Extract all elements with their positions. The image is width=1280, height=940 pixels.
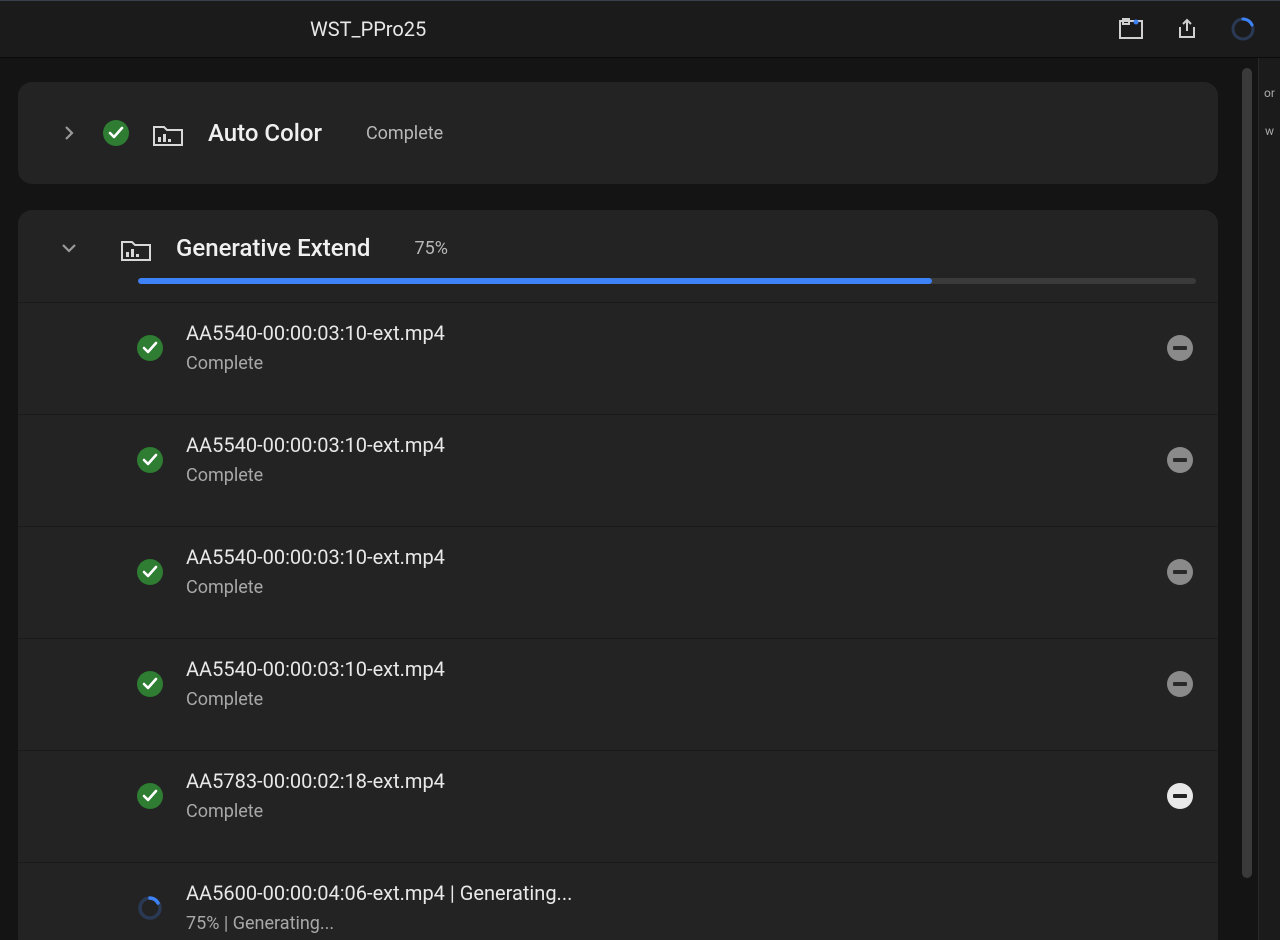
task-item: AA5540-00:00:03:10-ext.mp4 Complete — [18, 638, 1218, 728]
task-filename: AA5540-00:00:03:10-ext.mp4 — [186, 657, 1144, 681]
task-filename: AA5600-00:00:04:06-ext.mp4 | Generating.… — [186, 881, 1144, 905]
tasks-panel: Auto Color Complete — [0, 58, 1258, 940]
chevron-down-icon[interactable] — [58, 237, 80, 259]
check-circle-icon — [102, 119, 130, 147]
task-status: 75% | Generating... — [186, 913, 1144, 934]
project-title: WST_PPro25 — [310, 17, 426, 41]
check-circle-icon — [136, 446, 164, 474]
check-circle-icon — [136, 334, 164, 362]
remove-button[interactable] — [1166, 446, 1194, 474]
group-title: Auto Color — [208, 119, 322, 147]
panel-layout-icon[interactable] — [1118, 16, 1144, 42]
task-item: AA5540-00:00:03:10-ext.mp4 Complete — [18, 414, 1218, 504]
task-item: AA5600-00:00:04:06-ext.mp4 | Generating.… — [18, 862, 1218, 940]
remove-button[interactable] — [1166, 334, 1194, 362]
task-status: Complete — [186, 353, 1144, 374]
task-filename: AA5783-00:00:02:18-ext.mp4 — [186, 769, 1144, 793]
top-bar: WST_PPro25 — [0, 0, 1280, 58]
activity-spinner-icon[interactable] — [1230, 16, 1256, 42]
task-status: Complete — [186, 689, 1144, 710]
group-title: Generative Extend — [176, 234, 370, 262]
task-info: AA5540-00:00:03:10-ext.mp4 Complete — [186, 433, 1144, 486]
task-item: AA5540-00:00:03:10-ext.mp4 Complete — [18, 526, 1218, 616]
remove-button — [1166, 894, 1194, 922]
task-info: AA5600-00:00:04:06-ext.mp4 | Generating.… — [186, 881, 1144, 934]
bin-icon — [152, 119, 184, 147]
check-circle-icon — [136, 558, 164, 586]
spinner-icon — [136, 894, 164, 922]
task-status: Complete — [186, 465, 1144, 486]
progress-bar — [18, 272, 1218, 284]
task-info: AA5540-00:00:03:10-ext.mp4 Complete — [186, 545, 1144, 598]
task-info: AA5783-00:00:02:18-ext.mp4 Complete — [186, 769, 1144, 822]
scrollbar[interactable] — [1242, 68, 1252, 888]
group-header[interactable]: Generative Extend 75% — [18, 210, 1218, 272]
remove-button[interactable] — [1166, 782, 1194, 810]
task-info: AA5540-00:00:03:10-ext.mp4 Complete — [186, 321, 1144, 374]
right-tab-strip: or w — [1258, 58, 1280, 940]
scrollbar-thumb[interactable] — [1242, 68, 1252, 878]
group-status: Complete — [366, 123, 443, 144]
task-group-generative-extend: Generative Extend 75% AA5540-00:00:03:10… — [18, 210, 1218, 940]
task-item: AA5540-00:00:03:10-ext.mp4 Complete — [18, 302, 1218, 392]
task-info: AA5540-00:00:03:10-ext.mp4 Complete — [186, 657, 1144, 710]
task-status: Complete — [186, 801, 1144, 822]
share-icon[interactable] — [1174, 16, 1200, 42]
side-tab[interactable]: or — [1264, 86, 1275, 100]
check-circle-icon — [136, 670, 164, 698]
chevron-right-icon[interactable] — [58, 122, 80, 144]
remove-button[interactable] — [1166, 558, 1194, 586]
task-filename: AA5540-00:00:03:10-ext.mp4 — [186, 433, 1144, 457]
remove-button[interactable] — [1166, 670, 1194, 698]
task-group-auto-color[interactable]: Auto Color Complete — [18, 82, 1218, 184]
task-status: Complete — [186, 577, 1144, 598]
bin-icon — [120, 234, 152, 262]
task-item: AA5783-00:00:02:18-ext.mp4 Complete — [18, 750, 1218, 840]
check-circle-icon — [136, 782, 164, 810]
side-tab[interactable]: w — [1265, 124, 1274, 138]
task-filename: AA5540-00:00:03:10-ext.mp4 — [186, 545, 1144, 569]
task-filename: AA5540-00:00:03:10-ext.mp4 — [186, 321, 1144, 345]
group-progress-label: 75% — [414, 238, 447, 259]
